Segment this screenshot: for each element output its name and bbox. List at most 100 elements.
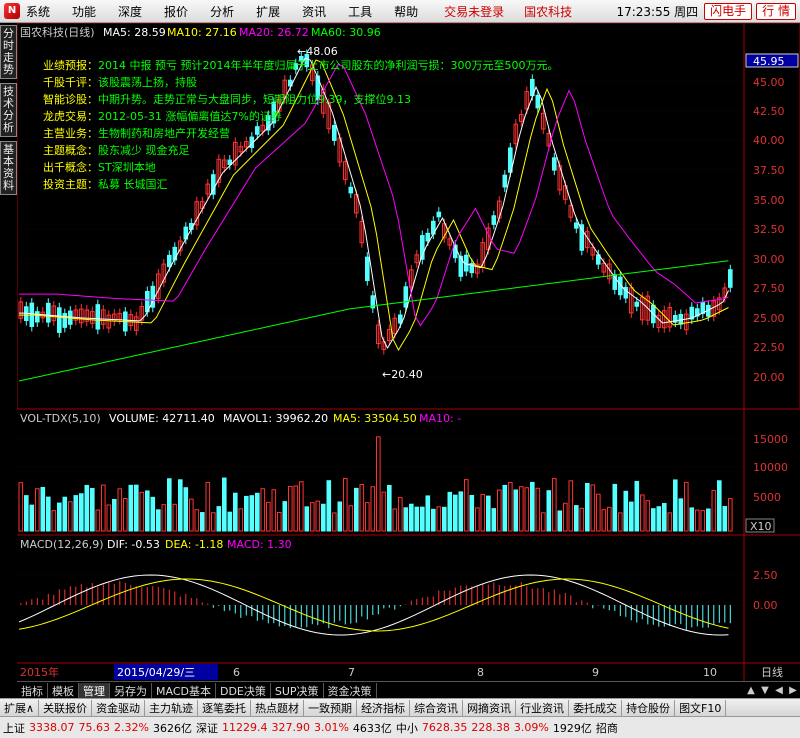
ma60-label: MA60: 30.96 bbox=[311, 26, 381, 39]
tab-intraday[interactable]: 分时走势 bbox=[0, 25, 17, 79]
quote-tab-13[interactable]: 图文F10 bbox=[675, 700, 727, 716]
app-logo-icon: N bbox=[4, 3, 20, 19]
nav-arrows: ▲ ▼ ◀ ▶ bbox=[744, 685, 800, 696]
trade-status[interactable]: 交易未登录 bbox=[444, 3, 504, 20]
tab-indicator[interactable]: 指标 bbox=[17, 682, 48, 699]
menu-tools[interactable]: 工具 bbox=[348, 3, 372, 20]
month-7: 7 bbox=[348, 666, 355, 679]
macd-histogram bbox=[18, 574, 731, 636]
tab-dde[interactable]: DDE决策 bbox=[216, 682, 271, 699]
quote-tab-9[interactable]: 网摘资讯 bbox=[463, 700, 517, 716]
macd-dea: DEA: -1.18 bbox=[165, 538, 223, 551]
sz-value[interactable]: 11229.4 bbox=[222, 721, 268, 734]
cursor-date: 2015/04/29/三 bbox=[117, 666, 195, 679]
quote-tab-2[interactable]: 资金驱动 bbox=[92, 700, 146, 716]
sz-label: 深证 bbox=[195, 721, 218, 735]
ma5-label: MA5: 28.59 bbox=[103, 26, 166, 39]
period-label: 日线 bbox=[761, 665, 783, 679]
ma10-label: MA10: 27.16 bbox=[167, 26, 237, 39]
stock-name-title: 国农科技 bbox=[524, 4, 573, 19]
menu-news[interactable]: 资讯 bbox=[302, 3, 326, 20]
extra-label[interactable]: 招商 bbox=[596, 720, 618, 736]
svg-text:0.00: 0.00 bbox=[753, 599, 778, 612]
date-year: 2015年 bbox=[20, 665, 59, 679]
quote-tab-6[interactable]: 一致预期 bbox=[304, 700, 358, 716]
menu-bar: N 系统 功能 深度 报价 分析 扩展 资讯 工具 帮助 交易未登录 国农科技 … bbox=[0, 0, 800, 23]
quote-tab-8[interactable]: 综合资讯 bbox=[410, 700, 464, 716]
quote-tab-12[interactable]: 持仓股份 bbox=[622, 700, 676, 716]
svg-text:业绩预报：2014 中报 预亏 预计2014年半年度归属于上: 业绩预报：2014 中报 预亏 预计2014年半年度归属于上市公司股东的净利润亏… bbox=[43, 58, 558, 72]
stock-info-overlay: 业绩预报：2014 中报 预亏 预计2014年半年度归属于上市公司股东的净利润亏… bbox=[43, 58, 558, 191]
macd-dif: DIF: -0.53 bbox=[107, 538, 160, 551]
svg-text:投资主题：私募 长城国汇: 投资主题：私募 长城国汇 bbox=[43, 177, 168, 191]
quote-tab-5[interactable]: 热点题材 bbox=[251, 700, 305, 716]
zx-label: 中小 bbox=[395, 721, 418, 735]
sh-label: 上证 bbox=[3, 721, 25, 735]
svg-text:龙虎交易：2012-05-31 涨幅偏离值达7%的证券: 龙虎交易：2012-05-31 涨幅偏离值达7%的证券 bbox=[43, 109, 282, 123]
quote-tab-4[interactable]: 逐笔委托 bbox=[198, 700, 252, 716]
quote-tab-7[interactable]: 经济指标 bbox=[357, 700, 411, 716]
svg-text:5000: 5000 bbox=[753, 491, 781, 504]
macd-value: MACD: 1.30 bbox=[227, 538, 292, 551]
arrow-left-icon[interactable]: ◀ bbox=[772, 685, 786, 696]
volume-bars bbox=[18, 436, 733, 532]
zx-change: 228.38 bbox=[471, 721, 510, 734]
svg-text:45.00: 45.00 bbox=[753, 76, 785, 89]
menu-system[interactable]: 系统 bbox=[26, 3, 50, 20]
quote-tab-bar: 扩展∧ 关联报价 资金驱动 主力轨迹 逐笔委托 热点题材 一致预期 经济指标 综合资讯 网摘资讯行… bbox=[0, 698, 800, 717]
macd-title: MACD(12,26,9) bbox=[20, 538, 104, 551]
zx-value[interactable]: 7628.35 bbox=[422, 721, 468, 734]
arrow-right-icon[interactable]: ▶ bbox=[786, 685, 800, 696]
quote-tab-11[interactable]: 委托成交 bbox=[569, 700, 623, 716]
quote-tab-10[interactable]: 行业资讯 bbox=[516, 700, 570, 716]
current-price-value: 45.95 bbox=[753, 55, 785, 68]
month-6: 6 bbox=[233, 666, 240, 679]
flash-trade-button[interactable]: 闪电手 bbox=[704, 2, 753, 20]
menu-analysis[interactable]: 分析 bbox=[210, 3, 234, 20]
clock: 17:23:55 周四 bbox=[616, 4, 699, 19]
menu-function[interactable]: 功能 bbox=[72, 3, 96, 20]
tab-template[interactable]: 模板 bbox=[48, 682, 79, 699]
menu-extend[interactable]: 扩展 bbox=[256, 3, 280, 20]
quote-button[interactable]: 行 情 bbox=[756, 2, 796, 20]
quote-tab-0[interactable]: 扩展∧ bbox=[0, 700, 40, 716]
sh-pct: 2.32% bbox=[114, 721, 149, 734]
svg-text:30.00: 30.00 bbox=[753, 253, 785, 266]
svg-text:37.50: 37.50 bbox=[753, 164, 785, 177]
menu-help[interactable]: 帮助 bbox=[394, 3, 418, 20]
tab-save-as[interactable]: 另存为 bbox=[110, 682, 152, 699]
price-title: 国农科技(日线) bbox=[20, 25, 95, 39]
svg-text:主营业务：生物制药和房地产开发经营: 主营业务：生物制药和房地产开发经营 bbox=[43, 126, 230, 140]
quote-tab-1[interactable]: 关联报价 bbox=[39, 700, 93, 716]
arrow-up-icon[interactable]: ▲ bbox=[744, 685, 758, 696]
vol-title: VOL-TDX(5,10) bbox=[20, 412, 101, 425]
zx-pct: 3.09% bbox=[513, 721, 549, 734]
vol-unit: X10 bbox=[750, 520, 772, 533]
quote-tab-3[interactable]: 主力轨迹 bbox=[145, 700, 199, 716]
vol-mavol1: MAVOL1: 39962.20 bbox=[223, 412, 328, 425]
high-price-label: ←48.06 bbox=[297, 45, 338, 58]
tab-technical[interactable]: 技术分析 bbox=[0, 83, 17, 137]
tab-fund[interactable]: 资金决策 bbox=[324, 682, 377, 699]
sh-amount: 3626亿 bbox=[152, 721, 192, 735]
tab-sup[interactable]: SUP决策 bbox=[271, 682, 324, 699]
tab-manage[interactable]: 管理 bbox=[79, 682, 110, 699]
menu-quote[interactable]: 报价 bbox=[164, 3, 188, 20]
tab-fundamental[interactable]: 基本资料 bbox=[0, 141, 17, 195]
svg-text:35.00: 35.00 bbox=[753, 194, 785, 207]
month-9: 9 bbox=[592, 666, 599, 679]
svg-text:40.00: 40.00 bbox=[753, 134, 785, 147]
menu-depth[interactable]: 深度 bbox=[118, 3, 142, 20]
month-8: 8 bbox=[477, 666, 484, 679]
chart-area[interactable]: 国农科技(日线) MA5: 28.59 MA10: 27.16 MA20: 26… bbox=[16, 22, 800, 681]
kline-chart[interactable]: 国农科技(日线) MA5: 28.59 MA10: 27.16 MA20: 26… bbox=[16, 22, 800, 681]
svg-text:15000: 15000 bbox=[753, 433, 788, 446]
svg-text:20.00: 20.00 bbox=[753, 371, 785, 384]
sh-value[interactable]: 3338.07 bbox=[29, 721, 75, 734]
side-tabs: 分时走势 技术分析 基本资料 bbox=[0, 23, 17, 643]
zx-amount: 1929亿 bbox=[552, 721, 592, 735]
tab-macd-basic[interactable]: MACD基本 bbox=[152, 682, 216, 699]
arrow-down-icon[interactable]: ▼ bbox=[758, 685, 772, 696]
sz-change: 327.90 bbox=[271, 721, 310, 734]
sh-change: 75.63 bbox=[78, 721, 111, 734]
